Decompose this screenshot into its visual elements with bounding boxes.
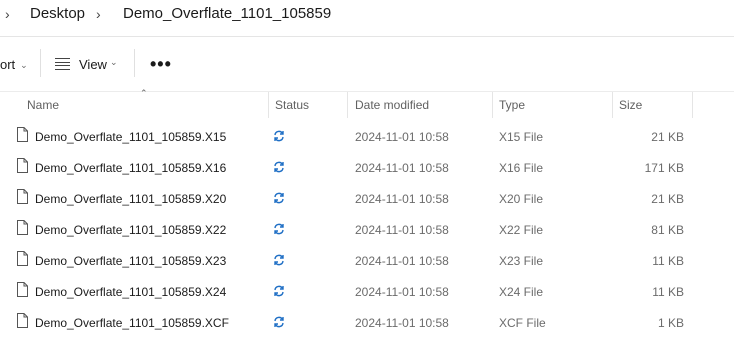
view-label: View bbox=[79, 57, 107, 72]
file-type: X23 File bbox=[499, 254, 544, 268]
chevron-down-icon: ⌄ bbox=[110, 57, 118, 67]
file-size: 21 KB bbox=[651, 192, 684, 206]
more-options-button[interactable]: ••• bbox=[150, 54, 172, 75]
file-icon bbox=[17, 313, 28, 328]
column-header-type[interactable]: Type bbox=[493, 92, 612, 118]
file-type: X20 File bbox=[499, 192, 544, 206]
column-header-label: Size bbox=[619, 98, 643, 112]
file-list: Demo_Overflate_1101_105859.X15 2024-11-0… bbox=[0, 121, 734, 338]
file-name: Demo_Overflate_1101_105859.X22 bbox=[35, 223, 227, 237]
file-icon bbox=[17, 158, 28, 173]
file-name: Demo_Overflate_1101_105859.X24 bbox=[35, 285, 227, 299]
view-lines-icon bbox=[55, 58, 70, 70]
sort-button[interactable]: ort ⌄ bbox=[0, 57, 28, 72]
file-size: 11 KB bbox=[652, 285, 684, 299]
file-icon bbox=[17, 189, 28, 204]
sync-icon bbox=[274, 161, 284, 173]
file-type: XCF File bbox=[499, 316, 546, 330]
date-modified: 2024-11-01 10:58 bbox=[355, 285, 449, 299]
file-row[interactable]: Demo_Overflate_1101_105859.X22 2024-11-0… bbox=[0, 214, 734, 245]
file-type: X15 File bbox=[499, 130, 544, 144]
date-modified: 2024-11-01 10:58 bbox=[355, 130, 449, 144]
file-size: 81 KB bbox=[651, 223, 684, 237]
sync-icon bbox=[274, 223, 284, 235]
file-name: Demo_Overflate_1101_105859.X16 bbox=[35, 161, 227, 175]
date-modified: 2024-11-01 10:58 bbox=[355, 192, 449, 206]
date-modified: 2024-11-01 10:58 bbox=[355, 161, 449, 175]
column-header-label: Name bbox=[27, 98, 60, 112]
file-icon bbox=[17, 220, 28, 235]
breadcrumb-item-desktop[interactable]: Desktop bbox=[30, 5, 85, 22]
file-icon bbox=[17, 282, 28, 297]
file-name: Demo_Overflate_1101_105859.X20 bbox=[35, 192, 227, 206]
file-icon bbox=[17, 127, 28, 142]
command-bar: ort ⌄ View ⌄ ••• bbox=[0, 37, 734, 91]
column-header-name[interactable]: Name bbox=[0, 92, 268, 118]
file-name: Demo_Overflate_1101_105859.XCF bbox=[35, 316, 229, 330]
chevron-down-icon: ⌄ bbox=[20, 60, 28, 70]
column-header-size[interactable]: Size bbox=[613, 92, 692, 118]
file-icon bbox=[17, 251, 28, 266]
chevron-right-icon[interactable]: › bbox=[96, 6, 101, 22]
file-size: 21 KB bbox=[651, 130, 684, 144]
column-header-label: Type bbox=[499, 98, 526, 112]
file-type: X22 File bbox=[499, 223, 544, 237]
column-header-label: Status bbox=[275, 98, 310, 112]
file-size: 1 KB bbox=[657, 316, 684, 330]
sync-icon bbox=[274, 130, 284, 142]
date-modified: 2024-11-01 10:58 bbox=[355, 254, 449, 268]
file-type: X24 File bbox=[499, 285, 544, 299]
chevron-right-icon[interactable]: › bbox=[5, 6, 10, 22]
sync-icon bbox=[274, 285, 284, 297]
date-modified: 2024-11-01 10:58 bbox=[355, 316, 449, 330]
column-header-date-modified[interactable]: Date modified bbox=[348, 92, 492, 118]
divider bbox=[40, 49, 41, 77]
breadcrumb-item-current-folder[interactable]: Demo_Overflate_1101_105859 bbox=[123, 5, 331, 22]
sort-label: ort bbox=[0, 57, 16, 72]
file-row[interactable]: Demo_Overflate_1101_105859.X24 2024-11-0… bbox=[0, 276, 734, 307]
column-header-status[interactable]: Status bbox=[269, 92, 347, 118]
file-row[interactable]: Demo_Overflate_1101_105859.X23 2024-11-0… bbox=[0, 245, 734, 276]
file-name: Demo_Overflate_1101_105859.X15 bbox=[35, 130, 227, 144]
breadcrumb: › Desktop › Demo_Overflate_1101_105859 bbox=[0, 0, 734, 32]
sync-icon bbox=[274, 254, 284, 266]
divider bbox=[134, 49, 135, 77]
column-header-label: Date modified bbox=[355, 98, 430, 112]
sync-icon bbox=[274, 316, 284, 328]
file-name: Demo_Overflate_1101_105859.X23 bbox=[35, 254, 227, 268]
column-divider[interactable] bbox=[692, 92, 693, 118]
file-size: 11 KB bbox=[652, 254, 684, 268]
file-row[interactable]: Demo_Overflate_1101_105859.X20 2024-11-0… bbox=[0, 183, 734, 214]
file-row[interactable]: Demo_Overflate_1101_105859.XCF 2024-11-0… bbox=[0, 307, 734, 338]
file-size: 171 KB bbox=[644, 161, 684, 175]
file-row[interactable]: Demo_Overflate_1101_105859.X15 2024-11-0… bbox=[0, 121, 734, 152]
file-type: X16 File bbox=[499, 161, 544, 175]
date-modified: 2024-11-01 10:58 bbox=[355, 223, 449, 237]
file-row[interactable]: Demo_Overflate_1101_105859.X16 2024-11-0… bbox=[0, 152, 734, 183]
sync-icon bbox=[274, 192, 284, 204]
